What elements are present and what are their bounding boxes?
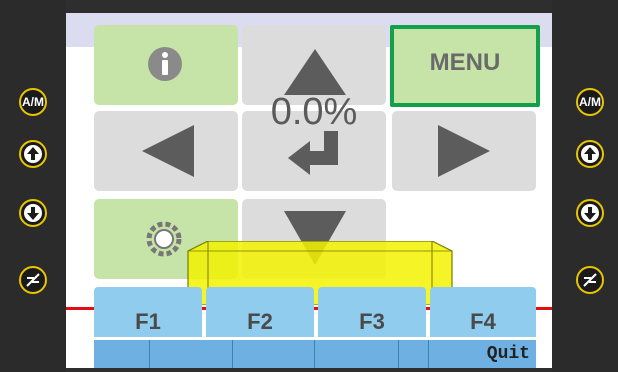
down-arrow-button[interactable]: [576, 199, 604, 227]
f1-key[interactable]: F1: [94, 287, 202, 337]
function-key-bar: F1 F2 F3 F4: [94, 287, 536, 347]
bottom-divider: [149, 340, 150, 368]
left-button-column: A/M: [0, 0, 66, 372]
f1-label: F1: [135, 309, 161, 334]
f2-label: F2: [247, 309, 273, 334]
f4-label: F4: [470, 309, 496, 334]
bottom-divider: [398, 340, 399, 368]
arrow-up-icon: [24, 145, 42, 163]
arrow-down-icon: [24, 204, 42, 222]
auto-manual-button[interactable]: A/M: [576, 88, 604, 116]
right-button-column: A/M: [552, 0, 618, 372]
quit-button[interactable]: Quit: [487, 344, 530, 364]
right-button[interactable]: [392, 111, 536, 191]
arrow-left-icon: [142, 125, 194, 177]
auto-manual-icon: A/M: [579, 95, 601, 109]
info-button[interactable]: [94, 25, 238, 105]
menu-label: MENU: [429, 49, 501, 76]
left-button[interactable]: [94, 111, 238, 191]
bottom-divider: [314, 340, 315, 368]
f3-key[interactable]: F3: [318, 287, 426, 337]
auto-manual-button[interactable]: A/M: [19, 88, 47, 116]
bottom-divider: [428, 340, 429, 368]
up-arrow-button[interactable]: [576, 140, 604, 168]
value-display: 0.0%: [270, 91, 358, 133]
info-icon: [148, 47, 182, 81]
arrow-down-icon: [581, 204, 599, 222]
gear-icon: [146, 221, 182, 257]
arrow-right-icon: [438, 125, 490, 177]
enter-icon: [288, 131, 338, 175]
auto-manual-icon: A/M: [22, 95, 44, 109]
arrow-up-icon: [284, 49, 346, 95]
bottom-divider: [232, 340, 233, 368]
up-arrow-button[interactable]: [19, 140, 47, 168]
down-arrow-button[interactable]: [19, 199, 47, 227]
level-button[interactable]: [19, 266, 47, 294]
level-icon: [583, 273, 597, 287]
f3-label: F3: [359, 309, 385, 334]
bottom-status-bar: Quit: [94, 340, 536, 368]
level-icon: [26, 273, 40, 287]
f2-key[interactable]: F2: [206, 287, 314, 337]
f4-key[interactable]: F4: [430, 287, 536, 337]
level-button[interactable]: [576, 266, 604, 294]
display-screen: MENU 0.0% F1 F2 F3 F4 Quit: [66, 13, 552, 368]
arrow-up-icon: [581, 145, 599, 163]
